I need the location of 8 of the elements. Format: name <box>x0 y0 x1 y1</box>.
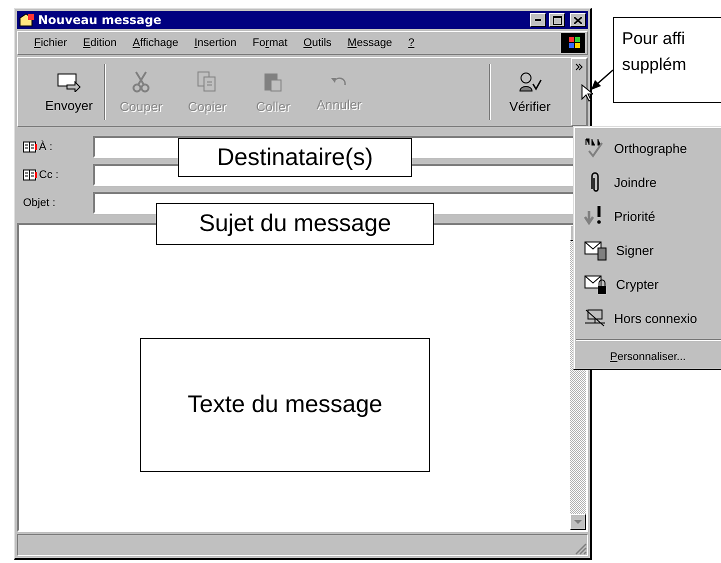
field-label: Cc : <box>39 169 59 181</box>
window-title: Nouveau message <box>38 13 162 27</box>
annotation-label: Texte du message <box>140 338 430 472</box>
annotation-label: Sujet du message <box>156 203 434 245</box>
callout-text: Pour affi supplém <box>613 17 721 103</box>
annotation-label: Destinataire(s) <box>178 138 412 177</box>
field-label: À : <box>39 141 52 153</box>
field-label: Objet : <box>23 197 56 209</box>
